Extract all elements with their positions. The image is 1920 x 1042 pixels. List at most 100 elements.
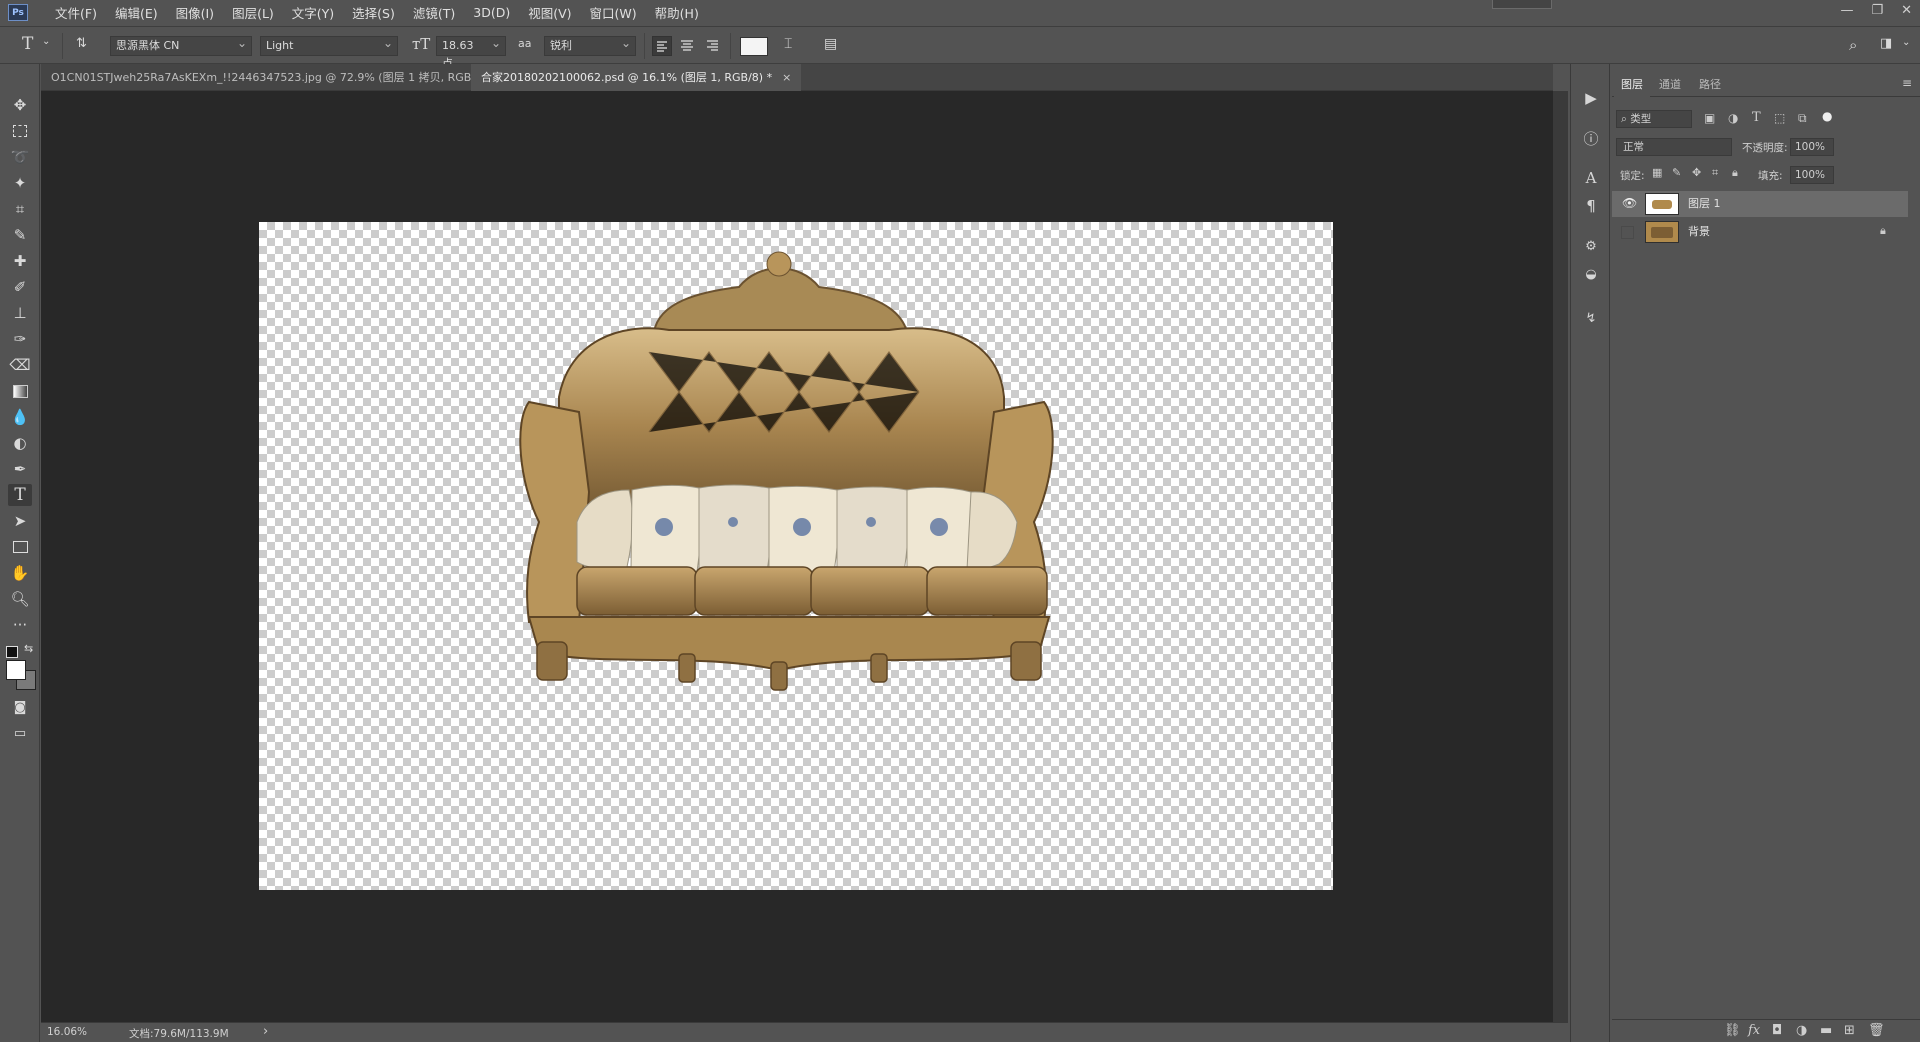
- hand-tool-icon[interactable]: ✋: [8, 562, 32, 584]
- menu-type[interactable]: 文字(Y): [283, 3, 343, 22]
- rectangle-tool-icon[interactable]: [8, 536, 32, 558]
- blur-tool-icon[interactable]: 💧: [8, 406, 32, 428]
- align-left-button[interactable]: [652, 36, 672, 56]
- tab-channels[interactable]: 通道: [1652, 74, 1688, 96]
- warp-text-icon[interactable]: ⌶: [784, 36, 792, 52]
- layer-row-layer-1[interactable]: 👁︎ 图层 1: [1612, 191, 1908, 217]
- text-color-swatch[interactable]: [740, 37, 768, 56]
- filter-smart-object-icon[interactable]: ⧉: [1798, 111, 1807, 126]
- opacity-field[interactable]: 100%: [1790, 138, 1834, 156]
- document-canvas[interactable]: [259, 222, 1333, 890]
- crop-tool-icon[interactable]: ⌗: [8, 198, 32, 220]
- folder-icon[interactable]: ▬: [1820, 1023, 1832, 1038]
- zoom-level[interactable]: 16.06%: [47, 1026, 87, 1038]
- layer-name[interactable]: 图层 1: [1688, 191, 1721, 217]
- layer-name[interactable]: 背景: [1688, 219, 1710, 245]
- lock-all-icon[interactable]: 🔒︎: [1732, 166, 1738, 180]
- menu-window[interactable]: 窗口(W): [581, 3, 646, 22]
- screen-mode-icon[interactable]: ▭: [8, 722, 32, 744]
- adjustment-icon[interactable]: ◑: [1796, 1023, 1807, 1038]
- history-icon[interactable]: ↯: [1581, 308, 1601, 328]
- character-icon[interactable]: A: [1581, 168, 1601, 188]
- tool-preset-dropdown-icon[interactable]: ⌄: [42, 36, 50, 47]
- swap-colors-icon[interactable]: ⇆: [24, 642, 33, 655]
- toggle-orientation-icon[interactable]: ⇅: [76, 36, 87, 51]
- filter-adjustment-icon[interactable]: ◑: [1728, 111, 1738, 125]
- move-tool-icon[interactable]: ✥: [8, 94, 32, 116]
- type-tool-icon[interactable]: T: [8, 484, 32, 506]
- search-icon[interactable]: ⌕: [1849, 36, 1857, 54]
- type-tool-icon[interactable]: T: [22, 34, 33, 54]
- new-layer-icon[interactable]: ⊞: [1844, 1023, 1855, 1038]
- path-selection-tool-icon[interactable]: ➤: [8, 510, 32, 532]
- info-icon[interactable]: ⓘ: [1581, 128, 1601, 148]
- lasso-tool-icon[interactable]: ➰: [8, 146, 32, 168]
- workspace-icon[interactable]: ◨: [1880, 36, 1892, 51]
- tab-layers[interactable]: 图层: [1614, 74, 1650, 97]
- adjustments-icon[interactable]: ◒: [1581, 264, 1601, 284]
- menu-filter[interactable]: 滤镜(T): [404, 3, 464, 22]
- filter-type-icon[interactable]: T: [1752, 110, 1761, 125]
- panel-menu-icon[interactable]: ≡: [1902, 76, 1912, 90]
- mask-icon[interactable]: ◘: [1772, 1023, 1782, 1038]
- eyedropper-tool-icon[interactable]: ✎: [8, 224, 32, 246]
- align-right-button[interactable]: [704, 36, 722, 57]
- workspace-switcher[interactable]: [1492, 0, 1552, 9]
- quick-mask-icon[interactable]: ◙: [8, 696, 32, 718]
- trash-icon[interactable]: 🗑︎: [1868, 1023, 1885, 1038]
- default-colors-icon[interactable]: [6, 646, 18, 658]
- healing-brush-tool-icon[interactable]: ✚: [8, 250, 32, 272]
- history-brush-tool-icon[interactable]: ✑: [8, 328, 32, 350]
- menu-help[interactable]: 帮助(H): [646, 3, 708, 22]
- menu-layer[interactable]: 图层(L): [223, 3, 283, 22]
- font-family-select[interactable]: 思源黑体 CN: [110, 34, 252, 56]
- visibility-toggle[interactable]: [1621, 226, 1634, 239]
- lock-artboard-icon[interactable]: ⌗: [1712, 166, 1718, 180]
- tab-document-2[interactable]: 合家20180202100062.psd @ 16.1% (图层 1, RGB/…: [471, 64, 802, 91]
- properties-icon[interactable]: ⚙: [1581, 236, 1601, 256]
- gradient-tool-icon[interactable]: [8, 380, 32, 402]
- lock-pixels-icon[interactable]: ✎: [1672, 166, 1681, 179]
- foreground-color-swatch[interactable]: [6, 660, 26, 680]
- eye-icon[interactable]: 👁︎: [1622, 196, 1637, 210]
- layer-row-background[interactable]: 背景 🔒︎: [1612, 219, 1908, 245]
- chevron-down-icon[interactable]: ⌄: [1902, 37, 1910, 48]
- dodge-tool-icon[interactable]: ◐: [8, 432, 32, 454]
- status-menu-arrow[interactable]: ›: [263, 1024, 268, 1039]
- antialias-select[interactable]: 锐利: [544, 34, 636, 56]
- close-tab-icon[interactable]: ×: [782, 71, 791, 84]
- eraser-tool-icon[interactable]: ⌫: [8, 354, 32, 376]
- font-size-select[interactable]: 18.63 点: [436, 34, 506, 70]
- menu-image[interactable]: 图像(I): [167, 3, 223, 22]
- play-actions-icon[interactable]: ▶: [1581, 88, 1601, 108]
- marquee-tool-icon[interactable]: [8, 120, 32, 142]
- lock-transparency-icon[interactable]: ▦: [1652, 166, 1662, 179]
- paragraph-icon[interactable]: ¶: [1581, 196, 1601, 216]
- clone-stamp-tool-icon[interactable]: ⊥: [8, 302, 32, 324]
- menu-file[interactable]: 文件(F): [46, 3, 106, 22]
- magic-wand-tool-icon[interactable]: ✦: [8, 172, 32, 194]
- tab-document-1[interactable]: O1CN01STJweh25Ra7AsKEXm_!!2446347523.jpg…: [41, 64, 525, 91]
- filter-shape-icon[interactable]: ⬚: [1774, 111, 1785, 125]
- font-style-select[interactable]: Light: [260, 34, 398, 56]
- menu-view[interactable]: 视图(V): [519, 3, 580, 22]
- zoom-tool-icon[interactable]: 🔍︎: [8, 588, 32, 610]
- minimize-button[interactable]: —: [1840, 3, 1853, 18]
- layer-filter-select[interactable]: ⌕ 类型: [1616, 110, 1692, 128]
- fill-field[interactable]: 100%: [1790, 166, 1834, 184]
- link-icon[interactable]: ⛓: [1724, 1023, 1741, 1038]
- brush-tool-icon[interactable]: ✐: [8, 276, 32, 298]
- more-tools-icon[interactable]: ···: [8, 614, 32, 636]
- fx-icon[interactable]: fx: [1748, 1023, 1760, 1038]
- align-center-button[interactable]: [678, 36, 696, 57]
- pen-tool-icon[interactable]: ✒: [8, 458, 32, 480]
- lock-position-icon[interactable]: ✥: [1692, 166, 1701, 179]
- blend-mode-select[interactable]: 正常: [1616, 138, 1732, 156]
- tab-paths[interactable]: 路径: [1692, 74, 1728, 96]
- close-window-button[interactable]: ✕: [1901, 3, 1912, 18]
- menu-edit[interactable]: 编辑(E): [106, 3, 167, 22]
- character-panel-icon[interactable]: ▤: [824, 36, 837, 52]
- menu-select[interactable]: 选择(S): [343, 3, 404, 22]
- restore-button[interactable]: ❐: [1871, 3, 1883, 18]
- filter-toggle-icon[interactable]: ●: [1822, 109, 1832, 123]
